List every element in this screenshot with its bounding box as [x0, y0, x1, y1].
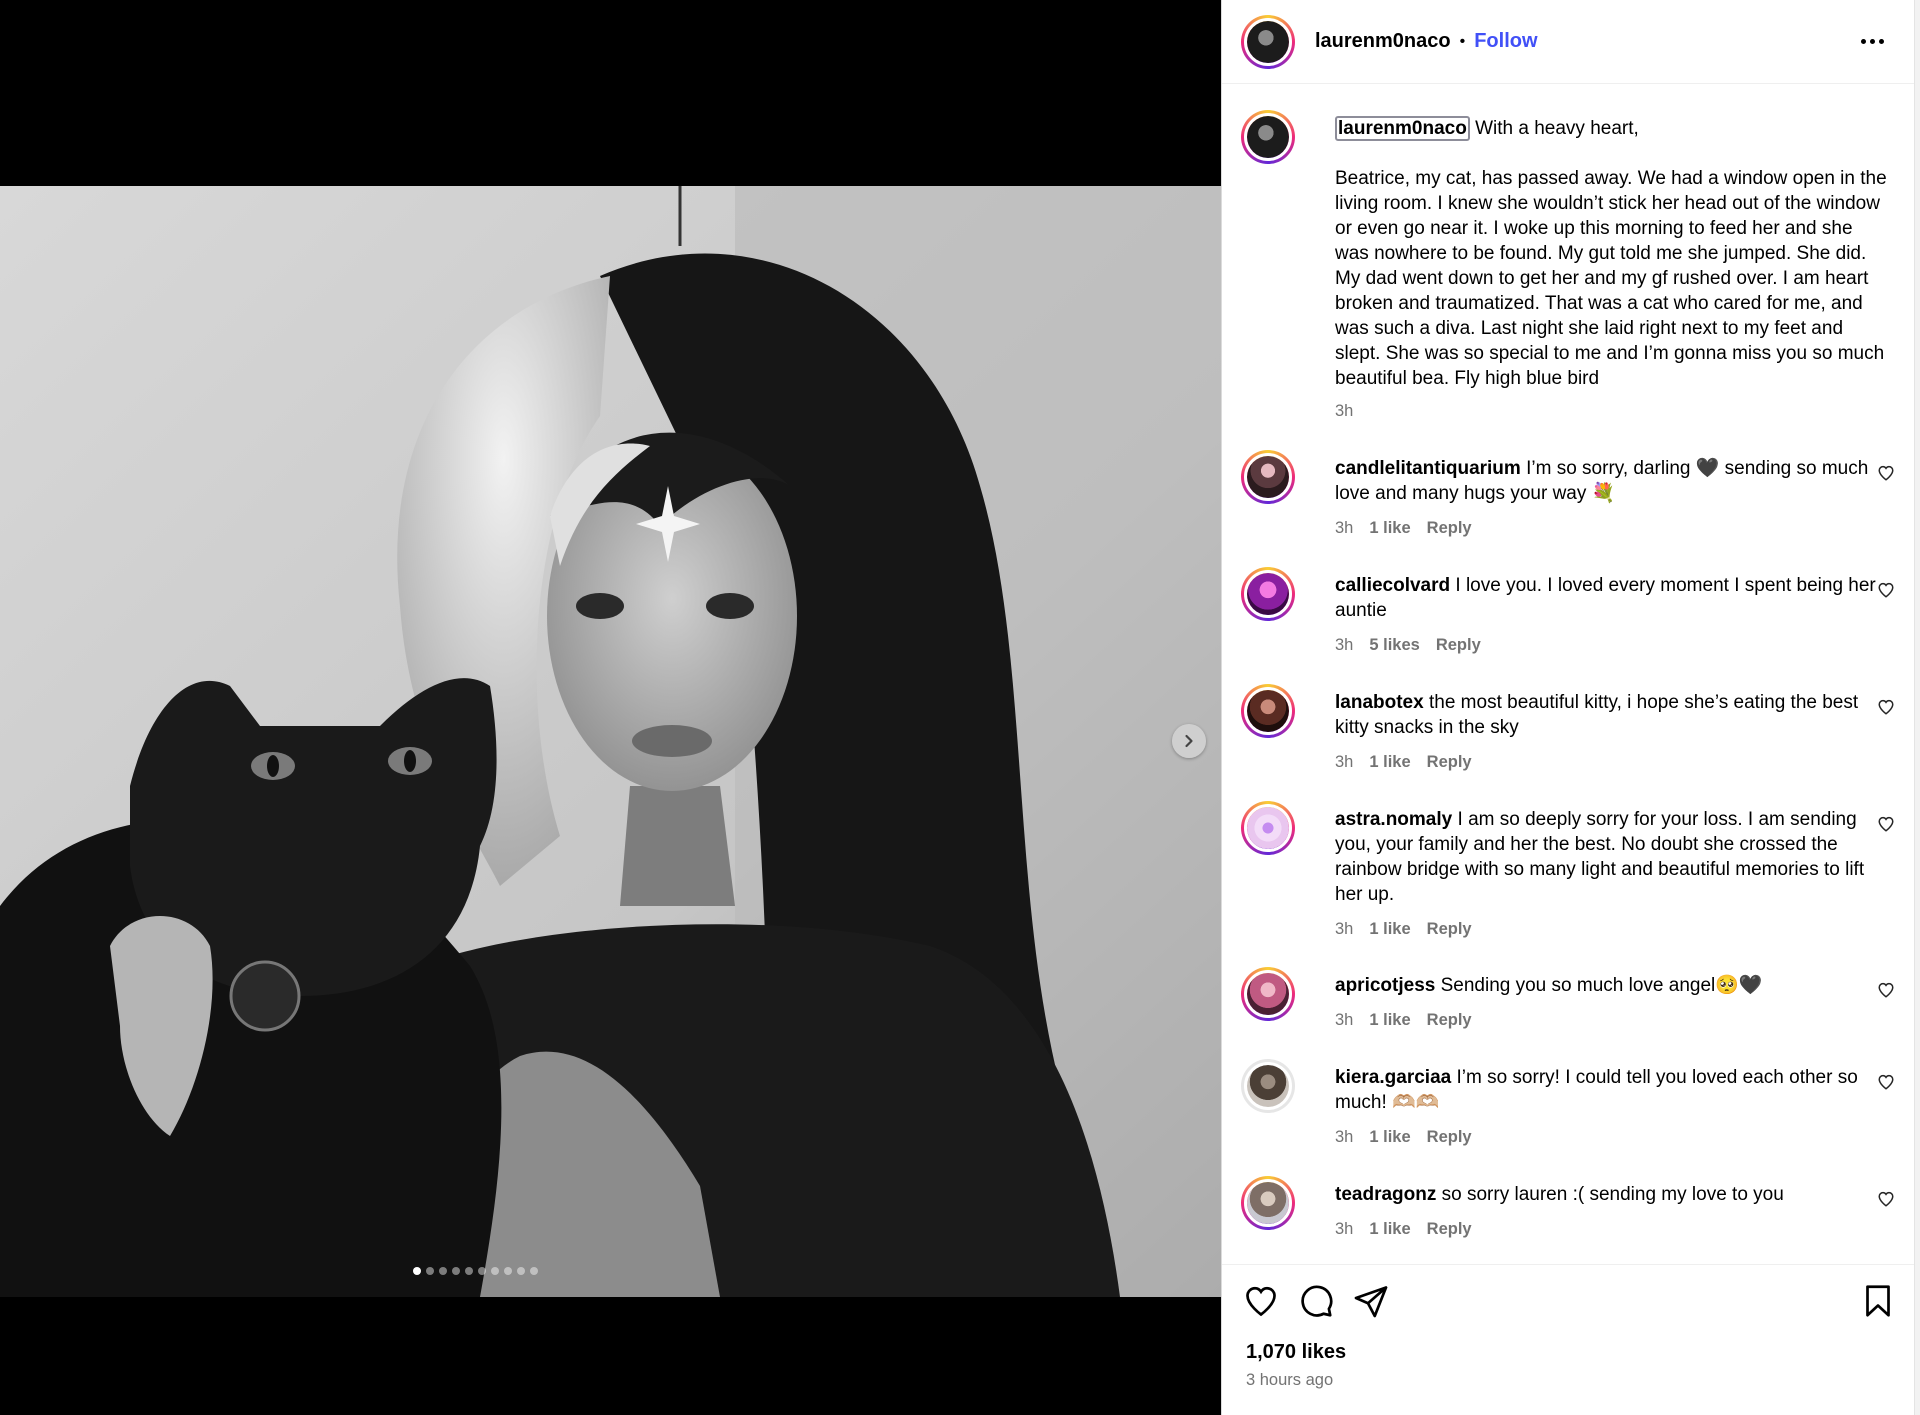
commenter-avatar[interactable] [1241, 801, 1295, 855]
comment-username[interactable]: astra.nomaly [1335, 809, 1452, 830]
post-timestamp[interactable]: 3 hours ago [1246, 1371, 1333, 1390]
bookmark-icon[interactable] [1860, 1283, 1896, 1319]
comment-likes[interactable]: 5 likes [1369, 633, 1419, 658]
comment-heart-icon[interactable] [1877, 581, 1895, 599]
chevron-right-icon [1185, 734, 1193, 748]
caption-avatar[interactable] [1241, 110, 1295, 164]
heart-icon[interactable] [1243, 1283, 1279, 1319]
comment-time[interactable]: 3h [1335, 917, 1353, 942]
comment-username[interactable]: calliecolvard [1335, 575, 1450, 596]
carousel-indicator [413, 1267, 538, 1275]
carousel-dot [452, 1267, 460, 1275]
header-separator: • [1459, 32, 1466, 50]
author-avatar[interactable] [1241, 14, 1295, 69]
comment-time[interactable]: 3h [1335, 1125, 1353, 1150]
comment-heart-icon[interactable] [1877, 1190, 1895, 1208]
carousel-dot [504, 1267, 512, 1275]
post-photo[interactable] [0, 186, 1221, 1297]
commenter-avatar[interactable] [1241, 967, 1295, 1021]
comment-username[interactable]: lanabotex [1335, 692, 1424, 713]
comment-text: Sending you so much love angel🥺🖤 [1440, 975, 1763, 996]
carousel-dot [439, 1267, 447, 1275]
reply-button[interactable]: Reply [1427, 1008, 1472, 1033]
comment-likes[interactable]: 1 like [1369, 917, 1410, 942]
caption-opening: With a heavy heart, [1475, 118, 1639, 139]
comment-username[interactable]: candlelitantiquarium [1335, 458, 1521, 479]
ellipsis-icon[interactable] [1857, 28, 1887, 54]
comment-username[interactable]: apricotjess [1335, 975, 1435, 996]
post-side-pane: laurenm0naco • Follow laurenm0naco With … [1221, 0, 1920, 1415]
likes-count[interactable]: 1,070 likes [1246, 1341, 1346, 1364]
comment-likes[interactable]: 1 like [1369, 1008, 1410, 1033]
reply-button[interactable]: Reply [1436, 633, 1481, 658]
carousel-dot [530, 1267, 538, 1275]
carousel-dot [413, 1267, 421, 1275]
comment-heart-icon[interactable] [1877, 698, 1895, 716]
author-username[interactable]: laurenm0naco [1315, 30, 1451, 53]
commenter-avatar[interactable] [1241, 450, 1295, 504]
comment-username[interactable]: kiera.garciaa [1335, 1067, 1451, 1088]
carousel-next-button[interactable] [1172, 724, 1206, 758]
commenter-avatar[interactable] [1241, 1059, 1295, 1113]
comment-likes[interactable]: 1 like [1369, 750, 1410, 775]
comment-heart-icon[interactable] [1877, 1073, 1895, 1091]
comment-heart-icon[interactable] [1877, 981, 1895, 999]
comment-icon[interactable] [1298, 1283, 1334, 1319]
caption-time[interactable]: 3h [1335, 399, 1353, 424]
carousel-dot [426, 1267, 434, 1275]
comment-time[interactable]: 3h [1335, 1217, 1353, 1242]
carousel-dot [491, 1267, 499, 1275]
post-media-pane [0, 0, 1221, 1415]
commenter-avatar[interactable] [1241, 1176, 1295, 1230]
comment-time[interactable]: 3h [1335, 1008, 1353, 1033]
comment-likes[interactable]: 1 like [1369, 1217, 1410, 1242]
commenter-avatar[interactable] [1241, 567, 1295, 621]
comment-username[interactable]: teadragonz [1335, 1184, 1436, 1205]
caption-username[interactable]: laurenm0naco [1335, 116, 1470, 141]
follow-button[interactable]: Follow [1474, 30, 1537, 53]
carousel-dot [517, 1267, 525, 1275]
comment-text: so sorry lauren :( sending my love to yo… [1441, 1184, 1784, 1205]
comment-time[interactable]: 3h [1335, 750, 1353, 775]
comment-heart-icon[interactable] [1877, 464, 1895, 482]
comment-time[interactable]: 3h [1335, 516, 1353, 541]
comment-likes[interactable]: 1 like [1369, 1125, 1410, 1150]
side-pane-scrollbar[interactable] [1914, 0, 1920, 1415]
reply-button[interactable]: Reply [1427, 1125, 1472, 1150]
post-header: laurenm0naco • Follow [1222, 0, 1915, 84]
reply-button[interactable]: Reply [1427, 917, 1472, 942]
carousel-dot [478, 1267, 486, 1275]
post-actions-footer: 1,070 likes 3 hours ago [1222, 1264, 1915, 1415]
reply-button[interactable]: Reply [1427, 750, 1472, 775]
comment-likes[interactable]: 1 like [1369, 516, 1410, 541]
commenter-avatar[interactable] [1241, 684, 1295, 738]
send-icon[interactable] [1353, 1283, 1389, 1319]
carousel-dot [465, 1267, 473, 1275]
comment-heart-icon[interactable] [1877, 815, 1895, 833]
reply-button[interactable]: Reply [1427, 516, 1472, 541]
comment-time[interactable]: 3h [1335, 633, 1353, 658]
photo-illustration [0, 186, 1221, 1297]
reply-button[interactable]: Reply [1427, 1217, 1472, 1242]
caption-text: Beatrice, my cat, has passed away. We ha… [1335, 168, 1887, 389]
